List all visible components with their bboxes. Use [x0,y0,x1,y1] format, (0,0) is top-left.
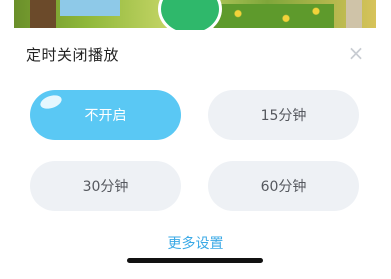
timer-bottom-sheet: 定时关闭播放 × 不开启 15分钟 30分钟 60分钟 更多设置 [0,30,391,279]
home-indicator[interactable] [127,258,263,263]
option-30min-button[interactable]: 30分钟 [30,161,181,211]
option-off-button[interactable]: 不开启 [30,90,181,140]
option-label: 60分钟 [260,179,307,195]
option-label: 15分钟 [260,108,307,124]
option-15min-button[interactable]: 15分钟 [208,90,359,140]
timer-sheet-screen: 定时关闭播放 × 不开启 15分钟 30分钟 60分钟 更多设置 [0,0,391,279]
option-60min-button[interactable]: 60分钟 [208,161,359,211]
close-icon[interactable]: × [345,42,367,64]
sheet-title: 定时关闭播放 [26,46,120,64]
highlight-shine [38,92,64,112]
option-label: 30分钟 [82,179,129,195]
more-settings-link[interactable]: 更多设置 [0,233,391,253]
option-label: 不开启 [84,108,127,124]
